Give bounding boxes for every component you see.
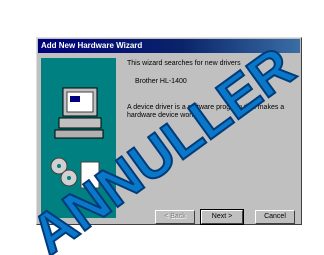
back-button[interactable]: < Back [155, 210, 195, 224]
next-button[interactable]: Next > [200, 209, 244, 225]
intro-text: This wizard searches for new drivers [127, 60, 241, 67]
window-title: Add New Hardware Wizard [38, 39, 300, 53]
driver-description-2: hardware device work. [127, 112, 198, 119]
wizard-window: Add New Hardware Wizard This wizard sear… [36, 37, 302, 225]
device-name: Brother HL-1400 [135, 78, 187, 85]
driver-description-1: A device driver is a software program th… [127, 104, 285, 111]
cancel-button[interactable]: Cancel [255, 210, 295, 224]
computer-illustration [41, 58, 116, 218]
